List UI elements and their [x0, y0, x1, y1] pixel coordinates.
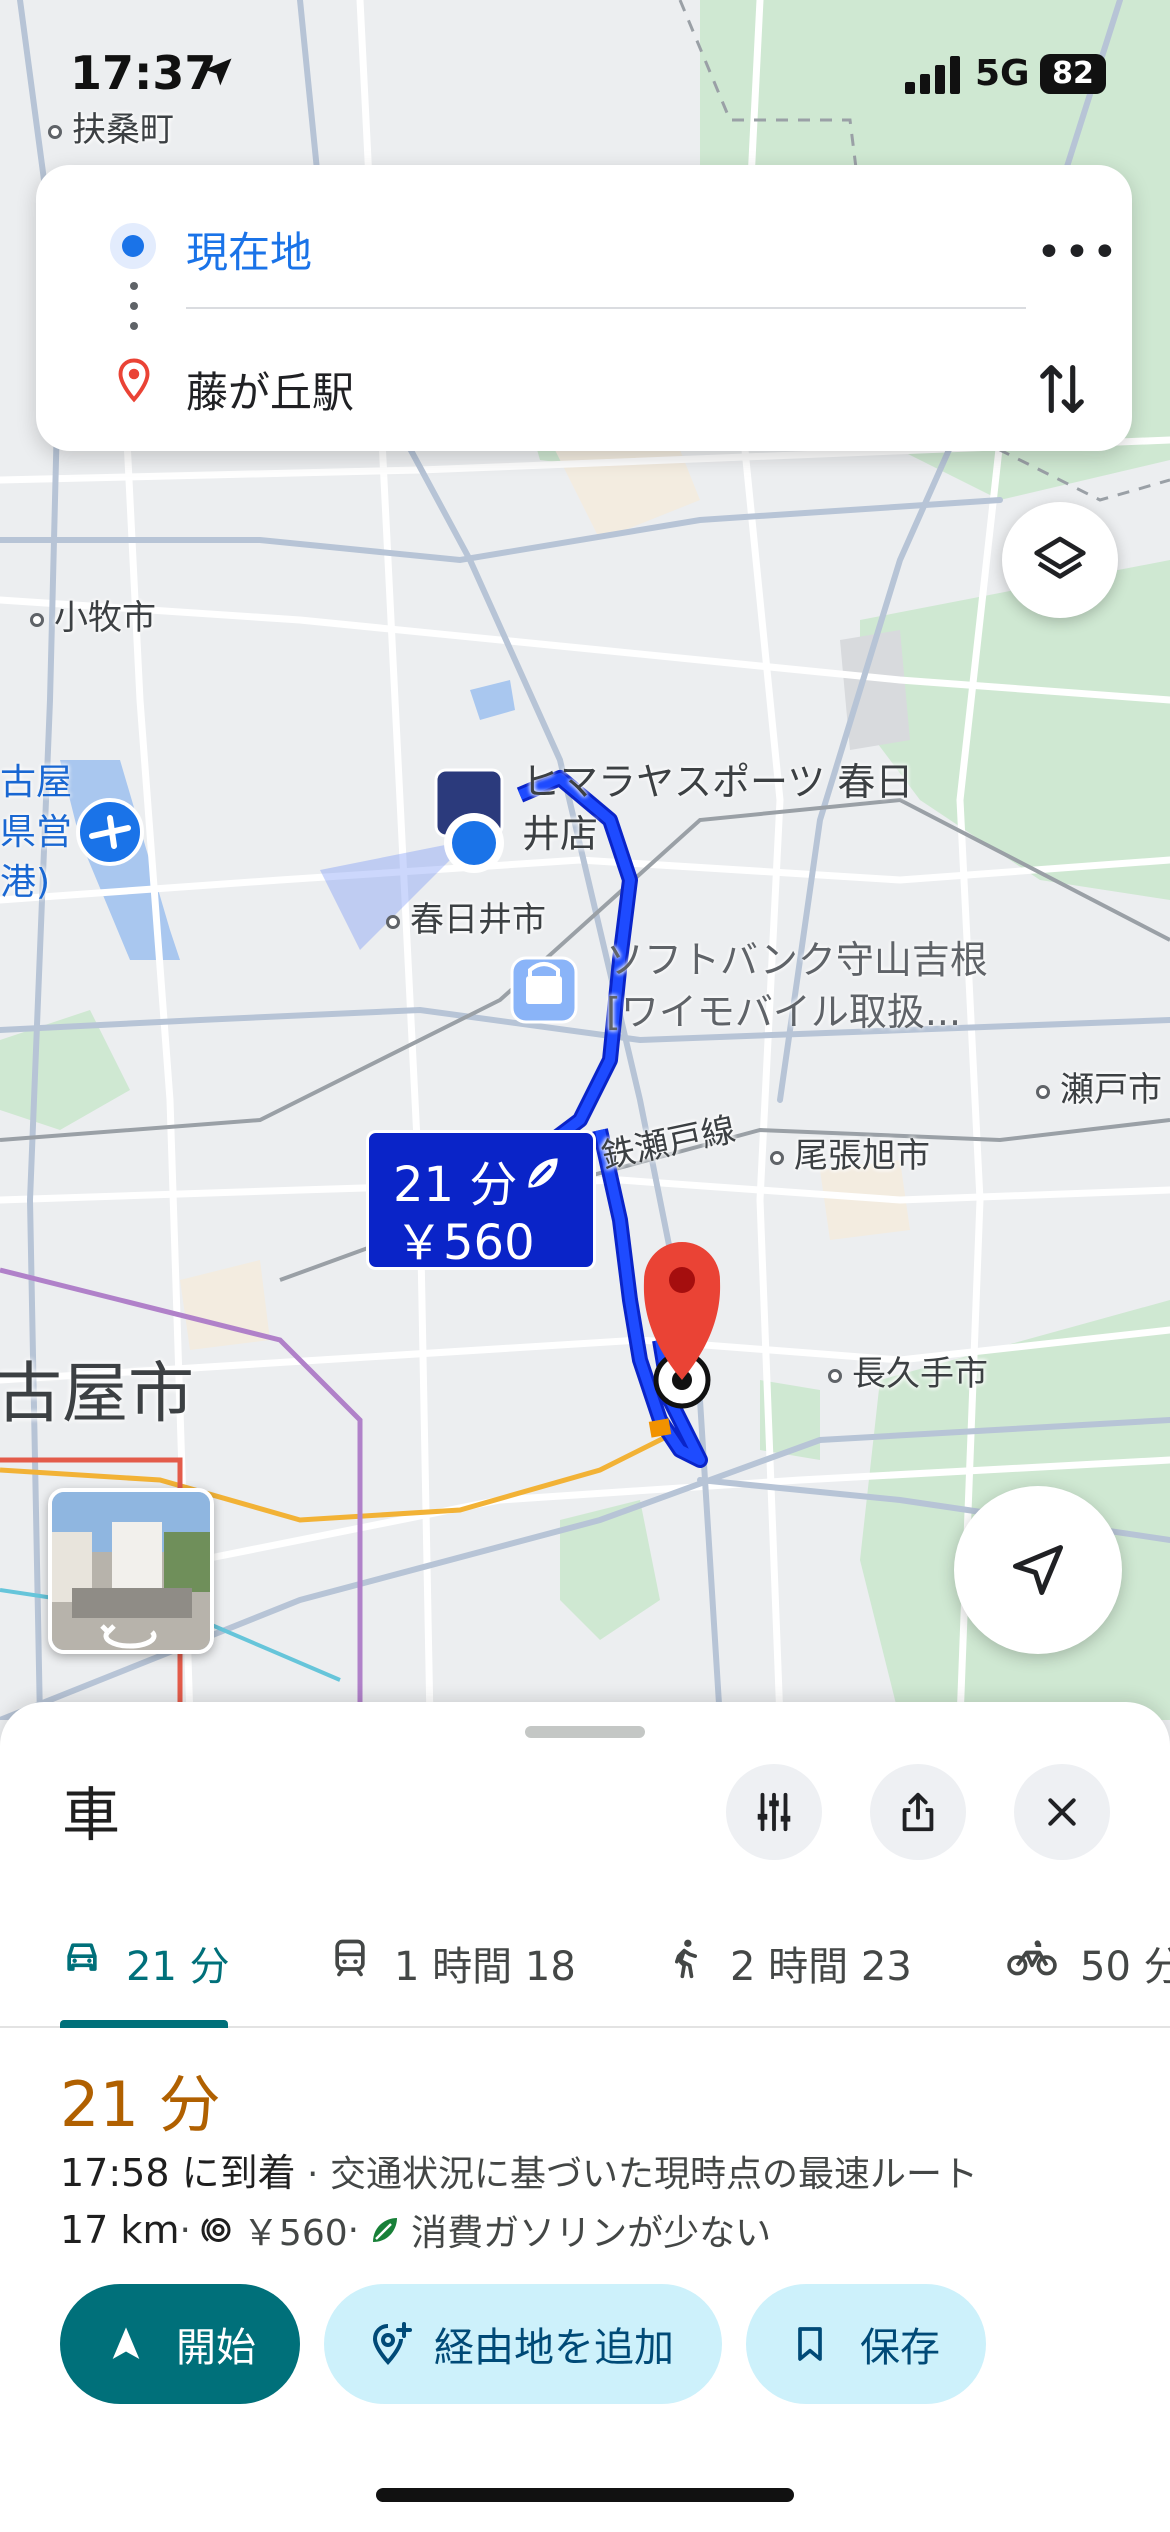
- tab-drive-label: 21 分: [126, 1944, 230, 1990]
- swap-directions-icon[interactable]: [1036, 359, 1088, 419]
- location-services-icon: [204, 58, 232, 86]
- navigation-arrow-icon: [1013, 1545, 1063, 1595]
- tab-bike[interactable]: 50 分: [1006, 1924, 1170, 2028]
- car-icon: [67, 1943, 97, 1971]
- tab-walk[interactable]: 2 時間 23: [664, 1924, 912, 2028]
- map-label-seto: 瀬戸市: [1036, 1062, 1162, 1111]
- tab-drive[interactable]: 21 分: [60, 1924, 230, 2028]
- add-location-icon: [372, 2322, 412, 2365]
- more-options-icon[interactable]: •••: [1036, 227, 1120, 278]
- tab-bike-label: 50 分: [1080, 1944, 1170, 1990]
- sheet-title: 車: [62, 1781, 121, 1849]
- poi-himalaya-label[interactable]: ヒマラヤスポーツ 春日 井店: [522, 756, 913, 860]
- map-label-kasugai: 春日井市: [386, 892, 546, 941]
- destination-row[interactable]: 藤が丘駅: [36, 345, 1132, 425]
- battery-icon: 82: [1040, 54, 1106, 94]
- close-icon: [1048, 1798, 1076, 1826]
- active-tab-indicator: [60, 2020, 228, 2028]
- route-options-button[interactable]: [726, 1764, 822, 1860]
- eco-note: 消費ガソリンが少ない: [411, 2213, 772, 2254]
- route-description: 交通状況に基づいた現時点の最速ルート: [329, 2154, 978, 2195]
- share-icon: [902, 1792, 934, 1832]
- start-button-label: 開始: [176, 2325, 256, 2371]
- save-route-button[interactable]: 保存: [746, 2284, 986, 2404]
- separator: ·: [347, 2209, 360, 2251]
- tab-walk-label: 2 時間 23: [730, 1944, 912, 1990]
- bicycle-icon: [1007, 1940, 1057, 1976]
- route-search-card: 現在地 ••• 藤が丘駅: [36, 165, 1132, 451]
- tune-sliders-icon: [757, 1792, 791, 1832]
- home-indicator[interactable]: [376, 2488, 794, 2502]
- route-meta-line: 17 km · ￥560 · 消費ガソリンが少ない: [60, 2204, 771, 2256]
- map-label-nagakute: 長久手市: [828, 1346, 988, 1395]
- travel-mode-tabs: 21 分 1 時間 18 2 時間 23 50 分: [0, 1924, 1170, 2028]
- street-view-thumbnail[interactable]: [48, 1488, 214, 1654]
- origin-row[interactable]: 現在地 •••: [36, 205, 1132, 285]
- my-location-button[interactable]: [954, 1486, 1122, 1654]
- sheet-drag-handle[interactable]: [525, 1726, 645, 1738]
- destination-pin-icon: [118, 358, 150, 403]
- navigation-arrow-icon: [112, 2327, 140, 2359]
- layers-icon: [1034, 536, 1086, 579]
- map-label-owariasahi: 尾張旭市: [770, 1128, 930, 1177]
- status-time: 17:37: [70, 46, 217, 100]
- train-icon: [335, 1939, 365, 1977]
- add-stop-button[interactable]: 経由地を追加: [324, 2284, 722, 2404]
- layers-button[interactable]: [1002, 502, 1118, 618]
- add-stop-label: 経由地を追加: [434, 2325, 674, 2371]
- eco-leaf-icon: [373, 2218, 398, 2242]
- save-button-label: 保存: [860, 2325, 940, 2371]
- network-type: 5G: [975, 53, 1030, 94]
- tab-transit-label: 1 時間 18: [394, 1944, 576, 1990]
- street-view-image: [52, 1492, 210, 1650]
- directions-bottom-sheet: 車 21 分 1 時間 18 2 時間 23 50 分 21 分 17:58 に…: [0, 1702, 1170, 2532]
- status-bar: 17:37 5G 82: [0, 0, 1170, 140]
- cellular-signal-icon: [905, 56, 960, 94]
- bookmark-icon: [798, 2327, 822, 2361]
- poi-softbank-label[interactable]: ソフトバンク守山吉根 [ワイモバイル取扱...: [606, 934, 988, 1038]
- route-distance: 17 km: [60, 2208, 180, 2252]
- separator: ·: [179, 2209, 191, 2251]
- route-arrival-line: 17:58 に到着 · 交通状況に基づいた現時点の最速ルート: [60, 2142, 978, 2197]
- map-label-airport: 古屋 県営 港): [0, 762, 73, 903]
- destination-field[interactable]: 藤が丘駅: [186, 359, 354, 420]
- tab-transit[interactable]: 1 時間 18: [328, 1924, 576, 2028]
- current-location-dot-icon: [110, 223, 156, 269]
- origin-field[interactable]: 現在地: [186, 219, 312, 280]
- eco-leaf-icon: [528, 1158, 558, 1188]
- route-card-divider: [186, 307, 1026, 309]
- route-duration-label[interactable]: 21 分 ￥560: [366, 1130, 596, 1271]
- map-label-komaki: 小牧市: [30, 590, 156, 639]
- walking-icon: [675, 1939, 697, 1979]
- toll-price: ￥560: [242, 2213, 348, 2254]
- separator: ·: [295, 2154, 330, 2195]
- route-label-price: ￥560: [395, 1215, 535, 1271]
- start-navigation-button[interactable]: 開始: [60, 2284, 300, 2404]
- map-label-nagoya: 古屋市: [0, 1355, 194, 1432]
- close-button[interactable]: [1014, 1764, 1110, 1860]
- share-button[interactable]: [870, 1764, 966, 1860]
- route-duration: 21 分: [60, 2068, 221, 2141]
- route-connector-dots-icon: [130, 282, 138, 330]
- arrival-time: 17:58 に到着: [60, 2151, 296, 2195]
- toll-icon: [201, 2218, 231, 2242]
